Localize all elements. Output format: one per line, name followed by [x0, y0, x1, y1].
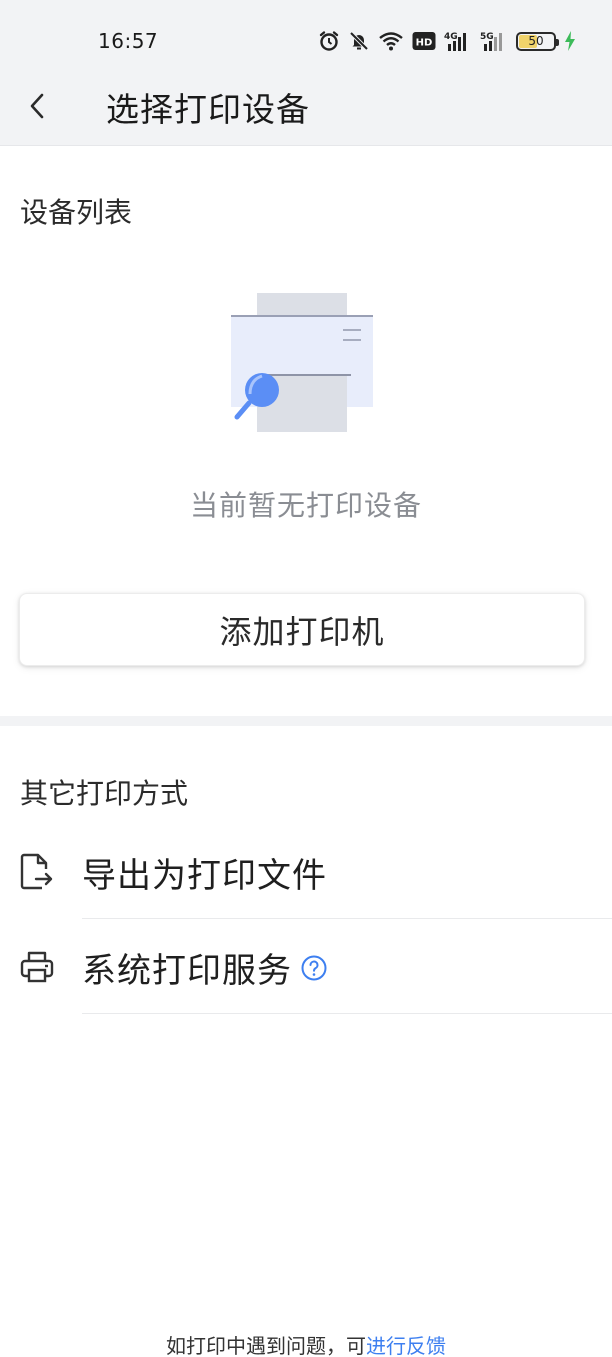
export-print-file-item[interactable]: 导出为打印文件: [0, 824, 612, 919]
wifi-icon: [378, 30, 404, 52]
help-icon[interactable]: [300, 954, 328, 982]
status-icons: HD 4G 5G 50: [318, 28, 576, 54]
other-methods-title: 其它打印方式: [20, 777, 189, 810]
svg-text:4G: 4G: [444, 32, 458, 42]
alarm-icon: [318, 30, 340, 52]
system-print-service-item[interactable]: 系统打印服务: [0, 919, 612, 1014]
footer-feedback: 如打印中遇到问题，可进行反馈: [0, 1330, 612, 1357]
back-button[interactable]: [20, 86, 54, 126]
empty-printer-illustration: [228, 290, 378, 435]
section-divider: [0, 716, 612, 726]
signal-4g-icon: 4G: [444, 30, 472, 52]
printer-icon: [20, 949, 54, 985]
add-printer-button[interactable]: 添加打印机: [19, 593, 585, 666]
hd-icon: HD: [412, 31, 436, 51]
page-title: 选择打印设备: [106, 90, 310, 129]
row-divider: [82, 1013, 612, 1014]
system-print-service-label: 系统打印服务: [82, 943, 328, 992]
chevron-left-icon: [30, 93, 44, 119]
battery-icon: 50: [516, 31, 559, 51]
svg-text:HD: HD: [416, 38, 433, 49]
status-time: 16:57: [98, 29, 159, 53]
top-bar: 16:57 HD 4G 5G 50 选择打印设备: [0, 0, 612, 146]
device-list-title: 设备列表: [20, 196, 133, 229]
feedback-link[interactable]: 进行反馈: [366, 1334, 446, 1357]
export-print-file-label: 导出为打印文件: [82, 856, 327, 896]
empty-state-text: 当前暂无打印设备: [189, 489, 422, 522]
bell-mute-icon: [348, 30, 370, 52]
footer-text: 如打印中遇到问题，可: [166, 1334, 366, 1357]
signal-5g-icon: 5G: [480, 30, 508, 52]
charging-icon: [564, 31, 576, 51]
svg-text:5G: 5G: [480, 32, 494, 42]
export-file-icon: [20, 853, 54, 890]
